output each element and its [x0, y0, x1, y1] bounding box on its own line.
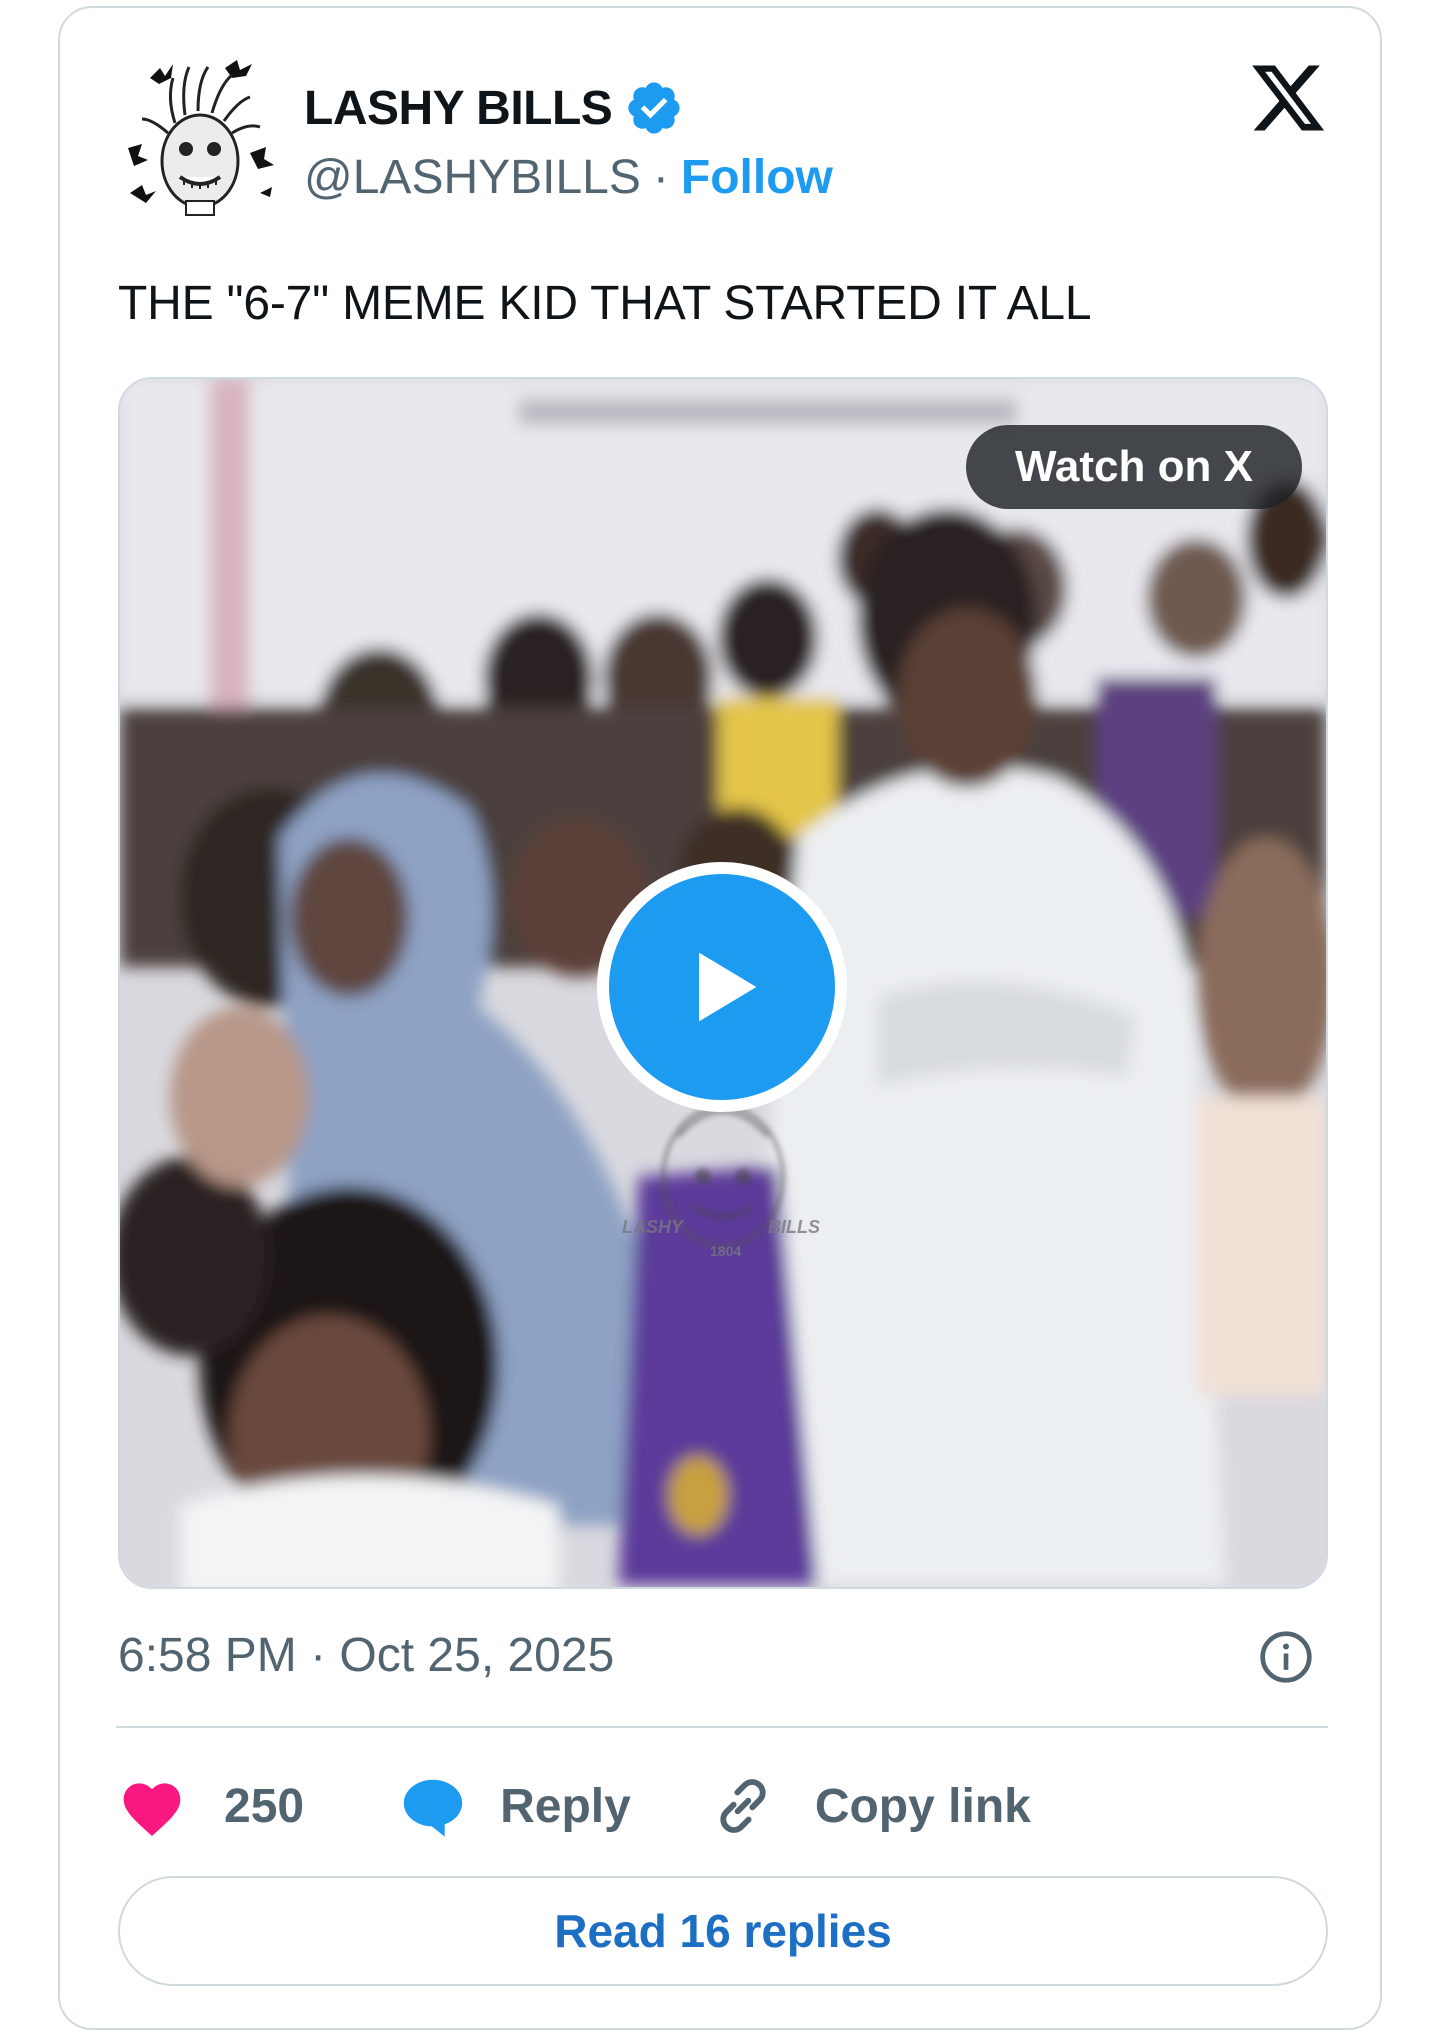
play-icon	[699, 952, 757, 1022]
like-count: 250	[224, 1779, 305, 1833]
watermark-left-text: LASHY	[622, 1217, 684, 1237]
play-button[interactable]	[597, 862, 847, 1112]
watermark-number-text: 1804	[710, 1243, 742, 1259]
reply-button[interactable]: Reply	[398, 1773, 631, 1839]
author-handle-row: @LASHYBILLS · Follow	[304, 150, 833, 205]
x-logo-icon[interactable]	[1246, 58, 1330, 138]
author-avatar[interactable]	[120, 53, 280, 228]
follow-link[interactable]: Follow	[681, 150, 833, 205]
action-bar: 250 Reply Copy link	[118, 1770, 1031, 1842]
video-thumbnail[interactable]: LASHY BILLS 1804 Watch on X	[118, 377, 1328, 1589]
tweet-card: LASHY BILLS @LASHYBILLS · Follow THE "6-…	[58, 6, 1382, 2030]
author-name-row: LASHY BILLS	[304, 78, 684, 138]
tweet-text: THE "6-7" MEME KID THAT STARTED IT ALL	[118, 277, 1092, 330]
verified-badge-icon	[628, 82, 680, 134]
info-icon[interactable]	[1258, 1629, 1314, 1685]
author-name[interactable]: LASHY BILLS	[304, 81, 613, 136]
read-replies-button[interactable]: Read 16 replies	[118, 1876, 1328, 1986]
copy-link-button[interactable]: Copy link	[711, 1774, 1031, 1838]
divider	[116, 1726, 1328, 1728]
watch-on-x-button[interactable]: Watch on X	[966, 425, 1302, 509]
heart-icon	[123, 1783, 181, 1837]
tweet-timestamp[interactable]: 6:58 PM · Oct 25, 2025	[118, 1628, 614, 1683]
author-handle[interactable]: @LASHYBILLS	[304, 150, 641, 205]
like-button[interactable]: 250	[118, 1774, 304, 1838]
watermark-right-text: BILLS	[768, 1217, 820, 1237]
link-icon	[720, 1779, 766, 1833]
separator-dot: ·	[652, 151, 669, 204]
copy-link-label: Copy link	[814, 1779, 1031, 1833]
reply-label: Reply	[500, 1779, 631, 1833]
reply-bubble-icon	[403, 1779, 463, 1837]
